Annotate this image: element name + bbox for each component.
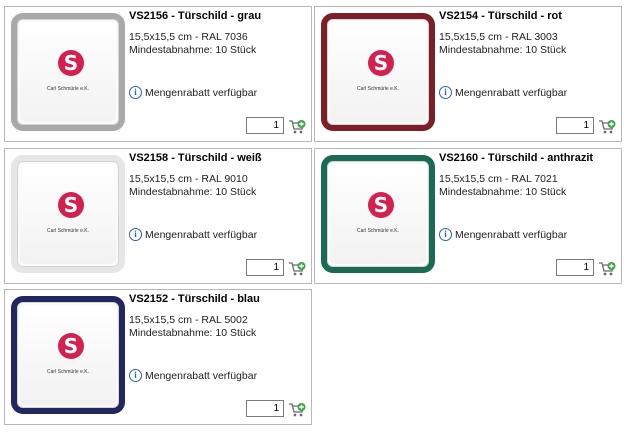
product-card: S Carl Schmürle e.K. VS2156 - Türschild …	[4, 6, 312, 142]
sign-face: S Carl Schmürle e.K.	[20, 22, 116, 122]
quantity-input[interactable]: 1	[246, 400, 284, 417]
company-name: Carl Schmürle e.K.	[357, 228, 399, 234]
discount-info[interactable]: i Mengenrabatt verfügbar	[129, 228, 257, 241]
company-logo-icon: S	[368, 50, 394, 76]
product-title[interactable]: VS2158 - Türschild - weiß	[129, 152, 262, 164]
min-order: Mindestabnahme: 10 Stück	[129, 186, 257, 198]
min-order: Mindestabnahme: 10 Stück	[129, 327, 257, 339]
product-title[interactable]: VS2156 - Türschild - grau	[129, 10, 261, 22]
product-card: S Carl Schmürle e.K. VS2158 - Türschild …	[4, 148, 312, 284]
sign-face: S Carl Schmürle e.K.	[330, 164, 426, 264]
product-title[interactable]: VS2160 - Türschild - anthrazit	[439, 152, 593, 164]
sign-face: S Carl Schmürle e.K.	[20, 164, 116, 264]
sign-face: S Carl Schmürle e.K.	[330, 22, 426, 122]
sign-frame: S Carl Schmürle e.K.	[11, 155, 125, 273]
discount-text: Mengenrabatt verfügbar	[145, 86, 258, 99]
company-logo-icon: S	[368, 192, 394, 218]
discount-info[interactable]: i Mengenrabatt verfügbar	[129, 86, 257, 99]
info-icon: i	[129, 369, 142, 382]
company-name: Carl Schmürle e.K.	[47, 369, 89, 375]
product-spec: 15,5x15,5 cm - RAL 3003	[439, 31, 558, 43]
company-logo-icon: S	[58, 333, 84, 359]
discount-info[interactable]: i Mengenrabatt verfügbar	[439, 86, 567, 99]
product-image[interactable]: S Carl Schmürle e.K.	[321, 155, 435, 273]
company-name: Carl Schmürle e.K.	[357, 86, 399, 92]
company-logo-icon: S	[58, 50, 84, 76]
product-title[interactable]: VS2154 - Türschild - rot	[439, 10, 562, 22]
product-image[interactable]: S Carl Schmürle e.K.	[11, 296, 125, 414]
add-to-cart-icon[interactable]	[288, 402, 306, 418]
quantity-input[interactable]: 1	[246, 117, 284, 134]
add-to-cart-icon[interactable]	[288, 261, 306, 277]
info-icon: i	[129, 86, 142, 99]
quantity-input[interactable]: 1	[556, 259, 594, 276]
product-title[interactable]: VS2152 - Türschild - blau	[129, 293, 260, 305]
min-order: Mindestabnahme: 10 Stück	[129, 44, 257, 56]
info-icon: i	[439, 86, 452, 99]
add-to-cart-icon[interactable]	[598, 261, 616, 277]
discount-text: Mengenrabatt verfügbar	[455, 86, 568, 99]
product-card: S Carl Schmürle e.K. VS2154 - Türschild …	[314, 6, 622, 142]
min-order: Mindestabnahme: 10 Stück	[439, 44, 567, 56]
sign-face: S Carl Schmürle e.K.	[20, 305, 116, 405]
sign-frame: S Carl Schmürle e.K.	[11, 296, 125, 414]
product-image[interactable]: S Carl Schmürle e.K.	[321, 13, 435, 131]
discount-info[interactable]: i Mengenrabatt verfügbar	[129, 369, 257, 382]
discount-info[interactable]: i Mengenrabatt verfügbar	[439, 228, 567, 241]
product-spec: 15,5x15,5 cm - RAL 9010	[129, 173, 248, 185]
product-card: S Carl Schmürle e.K. VS2160 - Türschild …	[314, 148, 622, 284]
discount-text: Mengenrabatt verfügbar	[145, 369, 258, 382]
product-image[interactable]: S Carl Schmürle e.K.	[11, 13, 125, 131]
product-spec: 15,5x15,5 cm - RAL 7021	[439, 173, 558, 185]
product-spec: 15,5x15,5 cm - RAL 7036	[129, 31, 248, 43]
add-to-cart-icon[interactable]	[288, 119, 306, 135]
sign-frame: S Carl Schmürle e.K.	[11, 13, 125, 131]
info-icon: i	[129, 228, 142, 241]
product-card: S Carl Schmürle e.K. VS2152 - Türschild …	[4, 289, 312, 425]
info-icon: i	[439, 228, 452, 241]
company-logo-icon: S	[58, 192, 84, 218]
add-to-cart-icon[interactable]	[598, 119, 616, 135]
discount-text: Mengenrabatt verfügbar	[145, 228, 258, 241]
discount-text: Mengenrabatt verfügbar	[455, 228, 568, 241]
product-spec: 15,5x15,5 cm - RAL 5002	[129, 314, 248, 326]
sign-frame: S Carl Schmürle e.K.	[321, 13, 435, 131]
company-name: Carl Schmürle e.K.	[47, 86, 89, 92]
sign-frame: S Carl Schmürle e.K.	[321, 155, 435, 273]
quantity-input[interactable]: 1	[556, 117, 594, 134]
product-image[interactable]: S Carl Schmürle e.K.	[11, 155, 125, 273]
min-order: Mindestabnahme: 10 Stück	[439, 186, 567, 198]
company-name: Carl Schmürle e.K.	[47, 228, 89, 234]
quantity-input[interactable]: 1	[246, 259, 284, 276]
